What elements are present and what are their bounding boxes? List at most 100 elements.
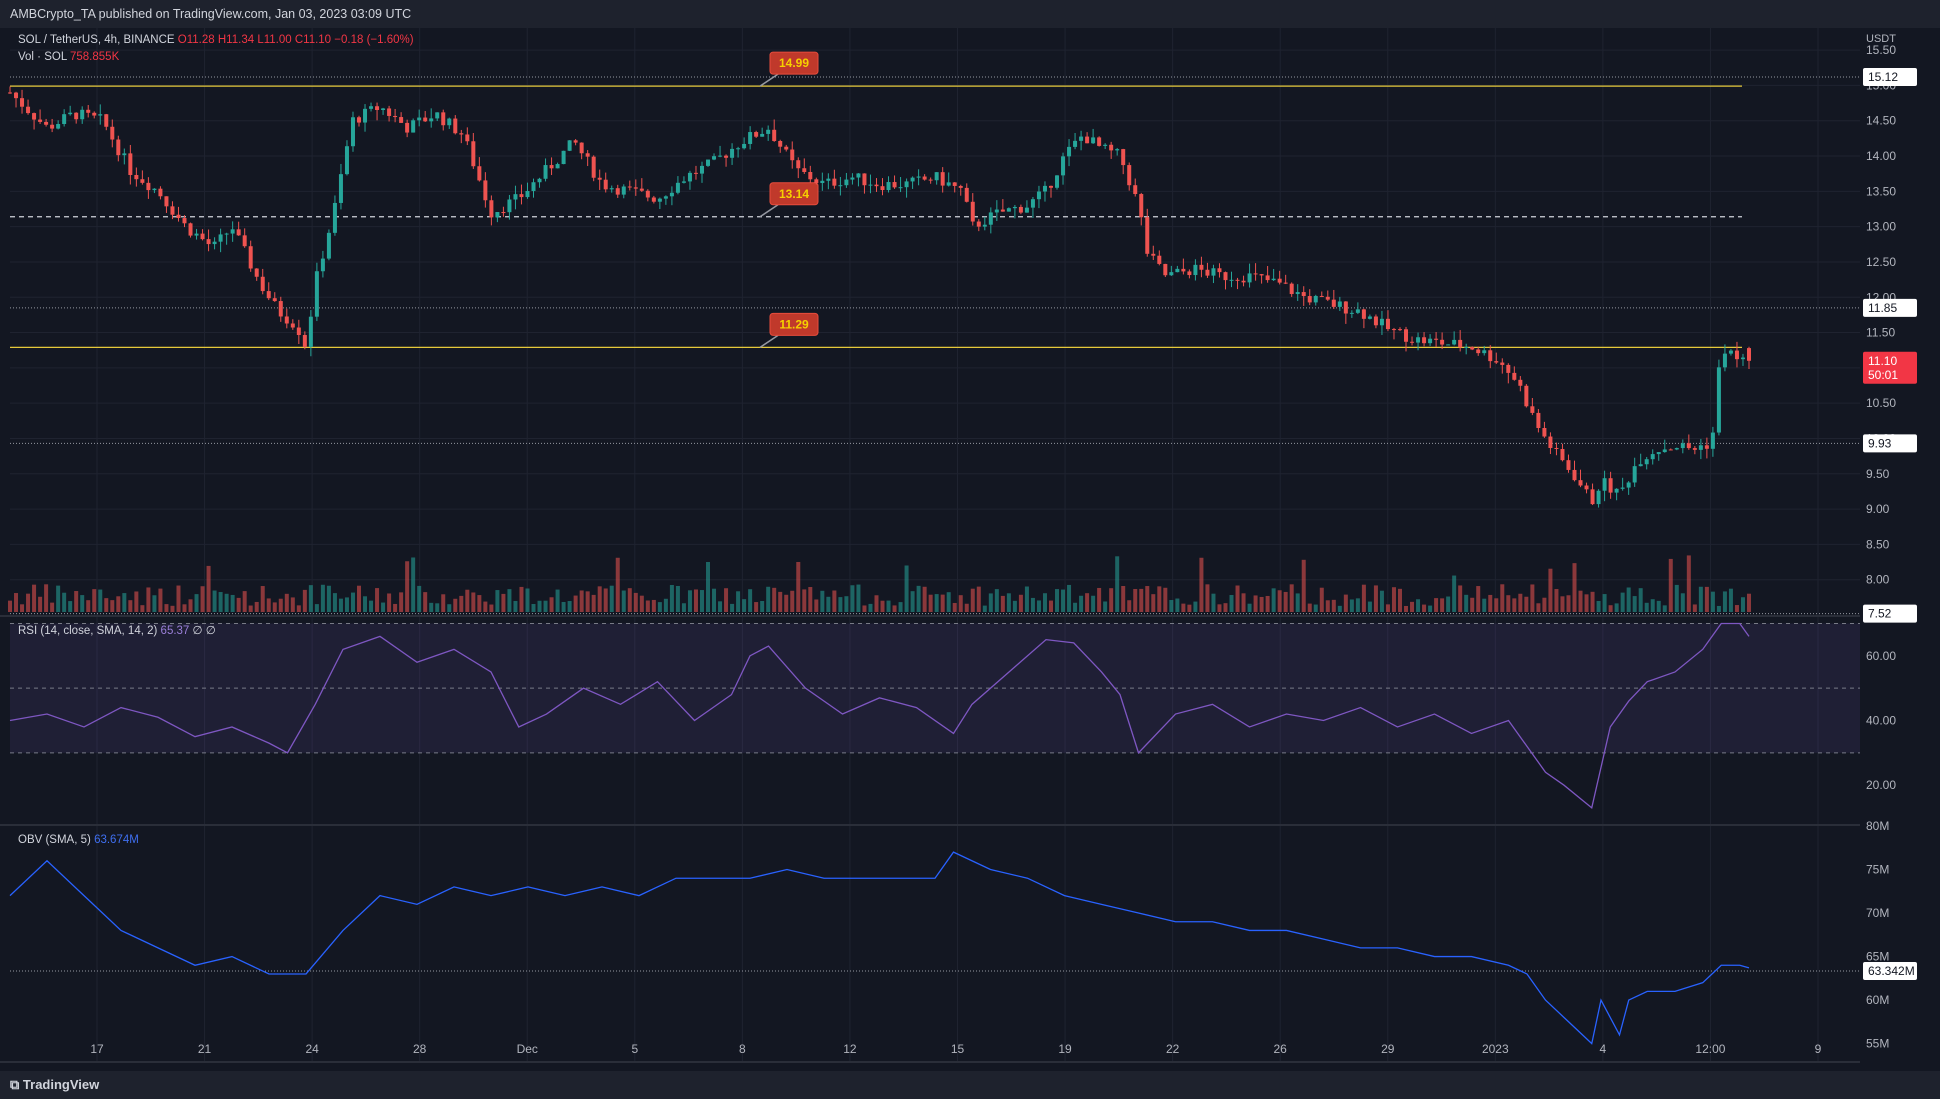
volume-bar-125 <box>760 600 765 612</box>
volume-bar-177 <box>1073 602 1078 612</box>
volume-bar-110 <box>669 585 674 612</box>
obv-legend: OBV (SMA, 5) 63.674M <box>18 834 139 846</box>
candle-body-209 <box>1265 275 1270 281</box>
candle-body-245 <box>1482 350 1487 354</box>
volume-bar-50 <box>308 585 313 612</box>
volume-bar-149 <box>904 565 909 612</box>
volume-bar-148 <box>898 602 903 612</box>
volume-bar-70 <box>429 602 434 612</box>
volume-bar-150 <box>910 591 915 612</box>
candle-body-110 <box>669 192 674 197</box>
volume-bar-283 <box>1710 591 1715 612</box>
volume-bar-74 <box>453 598 458 612</box>
candle-body-5 <box>38 119 43 122</box>
price-tick-0: 15.50 <box>1866 43 1896 57</box>
volume-bar-197 <box>1193 601 1198 612</box>
price-tick-6: 12.50 <box>1866 255 1896 269</box>
volume-bar-19 <box>122 593 127 612</box>
candle-body-235 <box>1422 337 1427 344</box>
price-tick-13: 9.00 <box>1866 502 1890 516</box>
candle-body-145 <box>880 186 885 191</box>
price-tick-8: 11.50 <box>1866 326 1895 340</box>
volume-bar-77 <box>471 592 476 612</box>
candle-body-273 <box>1650 454 1655 460</box>
level-label-0: 14.99 <box>779 56 809 70</box>
candle-body-178 <box>1079 136 1084 141</box>
candle-body-62 <box>381 108 386 110</box>
volume-bar-15 <box>98 589 103 612</box>
volume-bar-117 <box>712 588 717 612</box>
candle-body-252 <box>1524 385 1529 407</box>
volume-bar-194 <box>1175 598 1180 612</box>
time-tick-10: 22 <box>1166 1042 1180 1056</box>
candle-body-286 <box>1728 350 1733 354</box>
candle-body-217 <box>1313 295 1318 303</box>
volume-bar-138 <box>838 597 843 612</box>
candle-body-183 <box>1109 144 1114 151</box>
candle-body-249 <box>1506 364 1511 373</box>
candle-body-81 <box>495 212 500 218</box>
time-tick-11: 26 <box>1274 1042 1288 1056</box>
candle-body-241 <box>1458 339 1463 348</box>
volume-value: 758.855K <box>70 51 120 63</box>
volume-bar-141 <box>856 584 861 612</box>
candle-body-82 <box>501 212 506 214</box>
tradingview-logo[interactable]: ⧉ TradingView <box>10 1077 99 1093</box>
candle-body-177 <box>1073 140 1078 147</box>
price-tick-5: 13.00 <box>1866 220 1896 234</box>
volume-bar-5 <box>38 596 43 612</box>
candle-body-143 <box>868 184 873 186</box>
volume-bar-187 <box>1133 588 1138 612</box>
candle-body-69 <box>423 117 428 122</box>
price-tick-15: 8.00 <box>1866 573 1890 587</box>
volume-bar-93 <box>567 601 572 612</box>
rsi-band <box>10 623 1860 753</box>
volume-bar-56 <box>344 597 349 612</box>
volume-bar-190 <box>1151 594 1156 612</box>
volume-label: Vol · SOL <box>18 51 67 63</box>
candle-body-216 <box>1307 296 1312 303</box>
volume-bar-215 <box>1301 559 1306 612</box>
volume-bar-85 <box>519 586 524 612</box>
candle-body-13 <box>86 109 91 113</box>
candle-body-147 <box>892 182 897 188</box>
candle-body-179 <box>1085 136 1090 144</box>
candle-body-51 <box>314 271 319 317</box>
candle-body-46 <box>284 316 289 324</box>
volume-bar-154 <box>934 594 939 612</box>
chart-canvas[interactable]: 14.9913.1411.29 USDT15.5015.0014.5014.00… <box>0 28 1940 1071</box>
candle-body-53 <box>326 232 331 259</box>
candle-body-180 <box>1091 137 1096 144</box>
volume-bar-157 <box>952 602 957 612</box>
rsi-tick-0: 60.00 <box>1866 649 1896 663</box>
volume-bar-40 <box>248 605 253 612</box>
volume-bar-107 <box>651 599 656 612</box>
volume-bar-36 <box>224 593 229 612</box>
rsi-tick-2: 20.00 <box>1866 778 1896 792</box>
volume-bar-211 <box>1277 590 1282 612</box>
candle-body-47 <box>290 323 295 328</box>
volume-bar-189 <box>1145 586 1150 612</box>
volume-bar-230 <box>1391 587 1396 612</box>
candle-body-85 <box>519 194 524 198</box>
brand-label: TradingView <box>22 1077 100 1092</box>
candle-body-58 <box>357 117 362 123</box>
obv-tick-2: 70M <box>1866 906 1889 920</box>
volume-bar-184 <box>1115 556 1120 612</box>
candle-body-49 <box>302 335 307 347</box>
candle-body-38 <box>236 229 241 236</box>
candle-body-151 <box>916 176 921 178</box>
candle-body-31 <box>194 233 199 236</box>
price-badge-1: 11.85 <box>1868 301 1897 315</box>
obv-tick-0: 80M <box>1866 819 1889 833</box>
volume-bar-156 <box>946 592 951 612</box>
candle-body-154 <box>934 172 939 181</box>
candle-body-28 <box>176 214 181 219</box>
candle-body-278 <box>1680 443 1685 449</box>
volume-bar-225 <box>1361 584 1366 612</box>
candle-body-16 <box>104 114 109 127</box>
candle-body-80 <box>489 200 494 218</box>
low-value: L11.00 <box>257 34 292 46</box>
volume-bar-103 <box>627 588 632 612</box>
price-tick-2: 14.50 <box>1866 114 1896 128</box>
